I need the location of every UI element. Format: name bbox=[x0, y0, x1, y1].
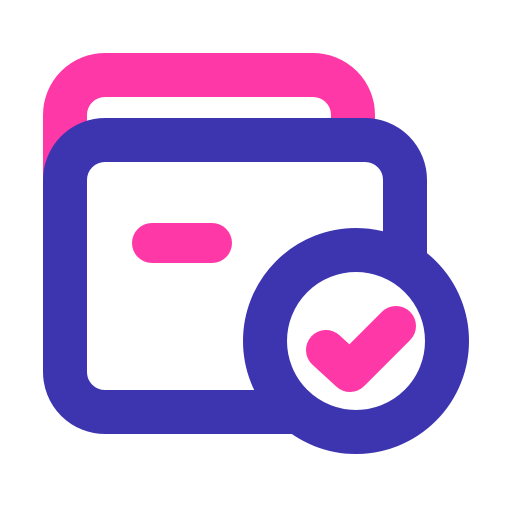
icon-canvas bbox=[0, 0, 512, 512]
verified-folder-icon bbox=[43, 53, 469, 454]
